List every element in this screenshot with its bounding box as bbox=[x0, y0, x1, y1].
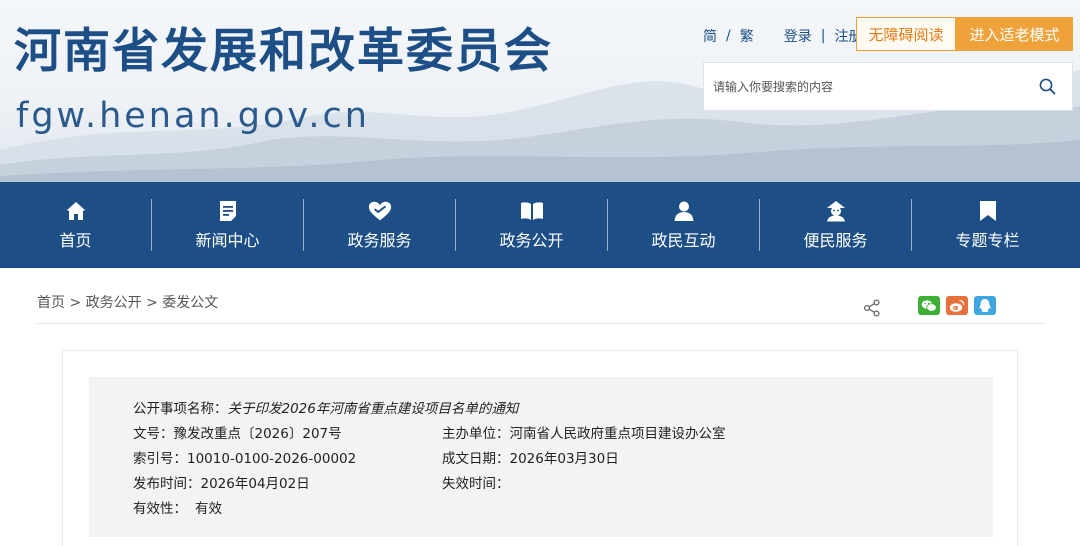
site-domain: fgw.henan.gov.cn bbox=[16, 96, 370, 136]
site-header: 河南省发展和改革委员会 fgw.henan.gov.cn 简 / 繁 登录 | … bbox=[0, 0, 1080, 182]
separator: | bbox=[820, 28, 826, 44]
login-link[interactable]: 登录 bbox=[784, 26, 812, 46]
breadcrumb-separator: > bbox=[69, 295, 82, 311]
breadcrumb-gov-open-link[interactable]: 政务公开 bbox=[86, 295, 142, 311]
nav-item-news[interactable]: 新闻中心 bbox=[152, 182, 303, 268]
nav-item-gov-open[interactable]: 政务公开 bbox=[456, 182, 607, 268]
document-info-panel: 公开事项名称：关于印发2026年河南省重点建设项目名单的通知 文号：豫发改重点〔… bbox=[89, 377, 993, 537]
nav-label: 政民互动 bbox=[651, 231, 716, 250]
breadcrumb-current: 委发公文 bbox=[162, 295, 219, 311]
nav-label: 专题专栏 bbox=[955, 231, 1020, 250]
search-icon bbox=[1039, 78, 1055, 95]
share-icon[interactable] bbox=[863, 299, 881, 317]
news-icon bbox=[216, 199, 240, 223]
info-row-validity: 有效性： 有效 bbox=[133, 500, 222, 518]
search-button[interactable] bbox=[1022, 63, 1072, 110]
qq-share-button[interactable] bbox=[974, 296, 996, 315]
publish-value: 2026年04月02日 bbox=[200, 476, 310, 492]
sponsor-value: 河南省人民政府重点项目建设办公室 bbox=[509, 426, 726, 442]
separator: / bbox=[726, 28, 731, 44]
validity-value: 有效 bbox=[195, 501, 222, 517]
index-label: 索引号： bbox=[133, 451, 187, 467]
lang-simplified-link[interactable]: 简 bbox=[703, 26, 717, 46]
index-value: 10010-0100-2026-00002 bbox=[187, 451, 357, 467]
publish-label: 发布时间： bbox=[133, 476, 201, 492]
nav-label: 便民服务 bbox=[803, 231, 868, 250]
date-value: 2026年03月30日 bbox=[509, 451, 619, 467]
breadcrumb-home-link[interactable]: 首页 bbox=[37, 295, 65, 311]
info-row-item-name: 公开事项名称：关于印发2026年河南省重点建设项目名单的通知 bbox=[133, 400, 518, 418]
info-row-date: 成文日期：2026年03月30日 bbox=[442, 450, 619, 468]
expire-label: 失效时间： bbox=[442, 476, 510, 492]
breadcrumb: 首页 > 政务公开 > 委发公文 bbox=[37, 292, 218, 312]
wechat-icon bbox=[921, 299, 937, 312]
accessible-reading-button[interactable]: 无障碍阅读 bbox=[856, 17, 956, 51]
breadcrumb-divider bbox=[37, 323, 1045, 324]
search-box bbox=[703, 62, 1073, 111]
weibo-icon bbox=[949, 299, 965, 312]
nav-item-home[interactable]: 首页 bbox=[0, 182, 151, 268]
nav-item-special-topics[interactable]: 专题专栏 bbox=[912, 182, 1063, 268]
nav-item-gov-service[interactable]: 政务服务 bbox=[304, 182, 455, 268]
doc-no-value: 豫发改重点〔2026〕207号 bbox=[173, 426, 342, 442]
qq-icon bbox=[979, 299, 991, 312]
weibo-share-button[interactable] bbox=[946, 296, 968, 315]
elder-mode-button[interactable]: 进入适老模式 bbox=[956, 17, 1073, 51]
nav-label: 政务服务 bbox=[347, 231, 412, 250]
validity-label: 有效性： bbox=[133, 501, 187, 517]
site-title: 河南省发展和改革委员会 bbox=[14, 24, 553, 79]
bookmark-icon bbox=[976, 199, 1000, 223]
open-book-icon bbox=[520, 199, 544, 223]
item-name-label: 公开事项名称： bbox=[133, 401, 228, 417]
convenience-user-icon bbox=[824, 199, 848, 223]
user-icon bbox=[672, 199, 696, 223]
info-row-publish: 发布时间：2026年04月02日 bbox=[133, 475, 310, 493]
main-nav: 首页 新闻中心 政务服务 政务公开 政民互动 便民服务 专题专栏 bbox=[0, 182, 1080, 268]
home-icon bbox=[64, 199, 88, 223]
info-row-sponsor: 主办单位：河南省人民政府重点项目建设办公室 bbox=[442, 425, 726, 443]
doc-no-label: 文号： bbox=[133, 426, 174, 442]
search-input[interactable] bbox=[704, 63, 1022, 110]
nav-item-interaction[interactable]: 政民互动 bbox=[608, 182, 759, 268]
info-row-doc-no: 文号：豫发改重点〔2026〕207号 bbox=[133, 425, 342, 443]
item-name-value: 关于印发2026年河南省重点建设项目名单的通知 bbox=[227, 401, 519, 417]
nav-label: 政务公开 bbox=[499, 231, 564, 250]
service-heart-icon bbox=[368, 199, 392, 223]
nav-item-convenience[interactable]: 便民服务 bbox=[760, 182, 911, 268]
info-row-index: 索引号：10010-0100-2026-00002 bbox=[133, 450, 356, 468]
date-label: 成文日期： bbox=[442, 451, 510, 467]
sponsor-label: 主办单位： bbox=[442, 426, 510, 442]
top-links: 简 / 繁 登录 | 注册 bbox=[703, 26, 862, 46]
info-row-expire: 失效时间： bbox=[442, 475, 510, 493]
lang-traditional-link[interactable]: 繁 bbox=[740, 26, 754, 46]
nav-label: 首页 bbox=[59, 231, 92, 250]
wechat-share-button[interactable] bbox=[918, 296, 940, 315]
breadcrumb-separator: > bbox=[146, 295, 158, 311]
nav-label: 新闻中心 bbox=[195, 231, 260, 250]
